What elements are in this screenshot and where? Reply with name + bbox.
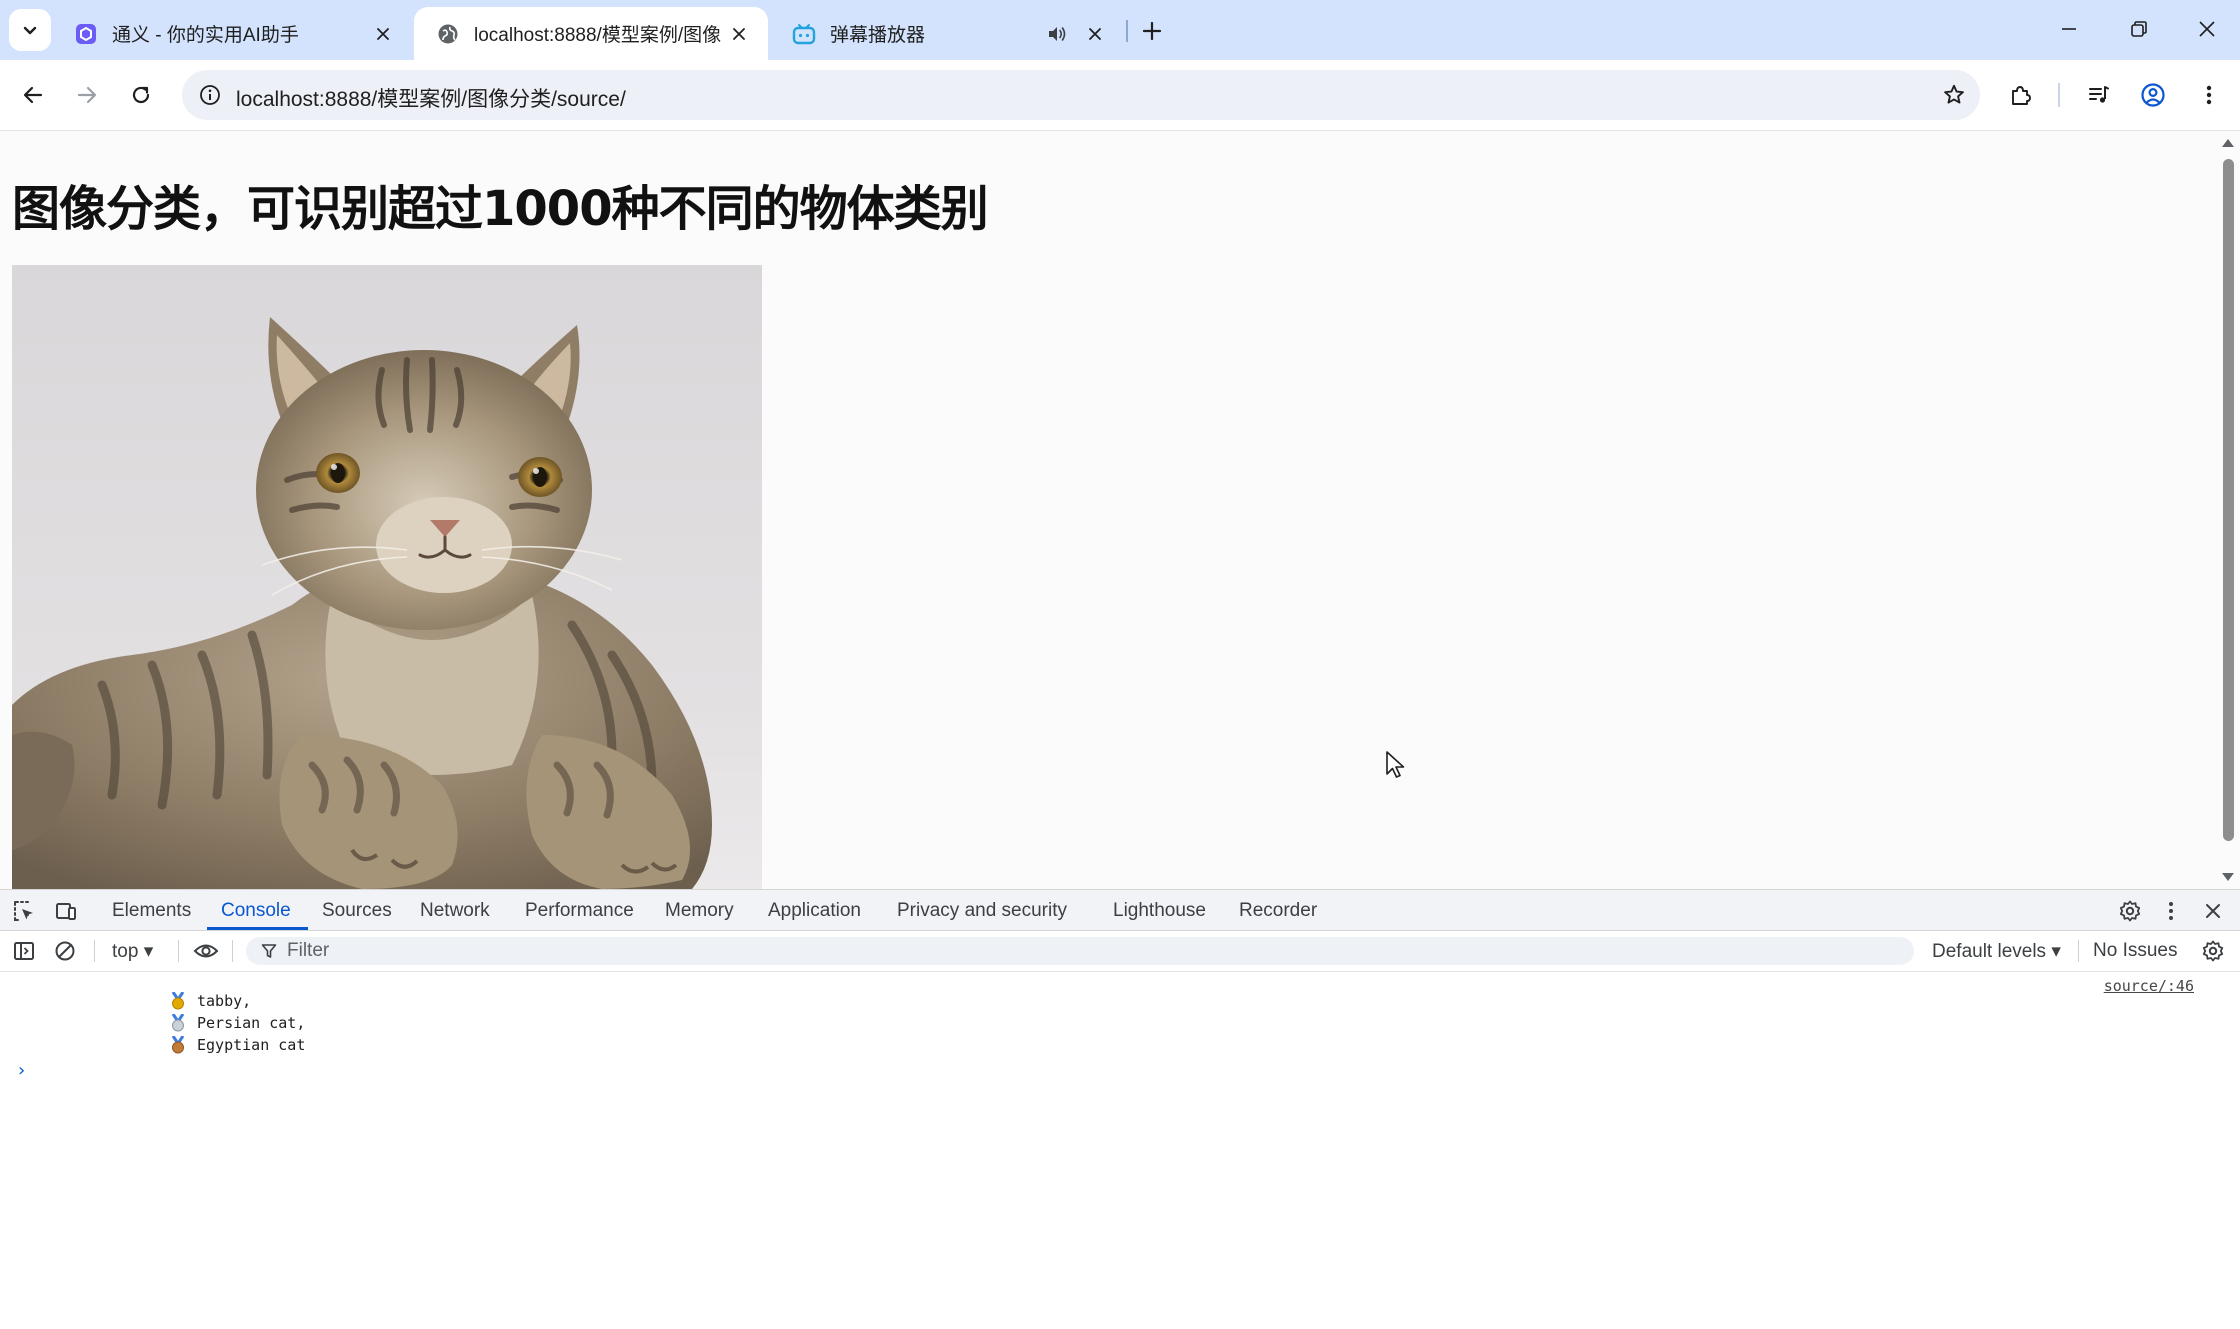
log-levels-dropdown[interactable]: Default levels ▾ [1932,940,2061,963]
tab-search-button[interactable] [9,9,51,51]
site-info-icon[interactable] [196,81,224,109]
devtools-tab-memory[interactable]: Memory [665,900,734,922]
gold-medal-icon [171,992,185,1010]
devtools-close-icon[interactable] [2199,897,2227,925]
source-link[interactable]: source/:46 [2104,977,2194,995]
console-settings-icon[interactable] [2199,937,2227,965]
close-tab-icon[interactable] [726,21,752,47]
page-title: 图像分类，可识别超过1000种不同的物体类别 [12,181,989,237]
devtools-more-icon[interactable] [2157,897,2185,925]
tab-separator [1126,20,1128,42]
puzzle-icon [2012,86,2031,105]
console-log-line: Egyptian cat [170,1034,305,1056]
arrow-left-icon [23,86,43,104]
account-icon [2141,83,2165,107]
close-tab-icon[interactable] [370,21,396,47]
toolbar-separator [232,940,233,962]
clear-console-icon[interactable] [51,937,79,965]
minimize-button[interactable] [2034,0,2104,58]
tab-tongyi[interactable]: 通义 - 你的实用AI助手 [52,7,412,60]
console-output: source/:46 tabby, Persian cat, Egyptian … [0,972,2240,1329]
console-log-text: Egyptian cat [197,1036,306,1054]
toolbar-separator [178,940,179,962]
console-log-text: Persian cat, [197,1014,306,1032]
bookmark-star-icon[interactable] [1940,81,1968,109]
close-icon [2199,21,2215,37]
chevron-down-icon [23,26,37,35]
profile-button[interactable] [2132,74,2174,116]
live-expression-eye-icon[interactable] [192,937,220,965]
cat-photo [12,265,762,889]
tab-title: 弹幕播放器 [830,25,926,46]
devtools-tab-elements[interactable]: Elements [112,900,191,922]
media-queue-icon [2089,86,2109,103]
devtools-settings-icon[interactable] [2116,897,2144,925]
toolbar-separator [94,940,95,962]
console-log-text: tabby, [197,992,252,1010]
bilibili-tv-icon [792,22,816,46]
bronze-medal-icon [171,1036,185,1054]
devtools-tab-network[interactable]: Network [420,900,490,922]
console-log-line: Persian cat, [170,1012,305,1034]
devtools-tab-performance[interactable]: Performance [525,900,634,922]
new-tab-button[interactable] [1134,13,1170,49]
address-bar[interactable]: localhost:8888/模型案例/图像分类/source/ [182,70,1980,120]
active-tab-indicator [207,927,308,930]
browser-menu-button[interactable] [2188,74,2230,116]
inspect-element-icon[interactable] [10,897,38,925]
tab-title: localhost:8888/模型案例/图像 [474,25,722,46]
devtools-tab-privacy-security[interactable]: Privacy and security [897,900,1067,922]
tongyi-favicon-icon [74,22,98,46]
page-scrollbar[interactable] [2216,131,2240,889]
page-viewport: 图像分类，可识别超过1000种不同的物体类别 [0,131,2240,889]
mouse-cursor [1385,750,1407,780]
filter-funnel-icon [261,944,277,958]
devtools-tab-lighthouse[interactable]: Lighthouse [1113,900,1206,922]
device-toolbar-icon[interactable] [52,897,80,925]
more-vert-icon [2206,85,2212,105]
browser-toolbar: localhost:8888/模型案例/图像分类/source/ [0,60,2240,131]
close-tab-icon[interactable] [1082,21,1108,47]
tab-strip: 通义 - 你的实用AI助手 localhost:8888/模型案例/图像 弹幕播… [0,0,2240,60]
console-prompt-caret[interactable]: › [16,1060,27,1081]
restore-button[interactable] [2104,0,2174,58]
context-selector[interactable]: top ▾ [112,940,153,963]
tab-danmaku-player[interactable]: 弹幕播放器 [770,7,1124,60]
extensions-button[interactable] [2000,74,2042,116]
audio-playing-icon[interactable] [1044,21,1070,47]
sidebar-toggle-icon[interactable] [10,937,38,965]
devtools-tab-console[interactable]: Console [221,900,291,922]
console-message: tabby, Persian cat, Egyptian cat [170,990,305,1056]
globe-icon [436,22,460,46]
toolbar-separator [2078,940,2079,962]
back-button[interactable] [12,74,54,116]
media-control-button[interactable] [2078,74,2120,116]
close-window-button[interactable] [2172,0,2240,58]
plus-icon [1142,21,1162,41]
restore-icon [2131,21,2147,37]
devtools-tab-bar: Elements Console Sources Network Perform… [0,890,2240,931]
tab-localhost[interactable]: localhost:8888/模型案例/图像 [414,7,768,60]
devtools-tab-application[interactable]: Application [768,900,861,922]
issues-counter[interactable]: No Issues [2093,940,2177,962]
minimize-icon [2062,28,2076,30]
scrollbar-thumb[interactable] [2223,159,2234,841]
devtools-panel: Elements Console Sources Network Perform… [0,889,2240,1329]
console-log-line: tabby, [170,990,305,1012]
scroll-down-arrow-icon[interactable] [2221,871,2235,883]
filter-placeholder: Filter [287,940,330,961]
console-filter-input[interactable]: Filter [246,937,1914,965]
arrow-right-icon [77,86,97,104]
tab-title: 通义 - 你的实用AI助手 [112,25,299,46]
reload-icon [132,86,150,104]
forward-button[interactable] [66,74,108,116]
console-toolbar: top ▾ Filter Default levels ▾ No Issues [0,931,2240,972]
reload-button[interactable] [120,74,162,116]
devtools-tab-sources[interactable]: Sources [322,900,392,922]
devtools-tab-recorder[interactable]: Recorder [1239,900,1317,922]
scroll-up-arrow-icon[interactable] [2221,137,2235,149]
silver-medal-icon [171,1014,185,1032]
toolbar-divider [2058,83,2060,107]
url-text[interactable]: localhost:8888/模型案例/图像分类/source/ [236,83,626,113]
